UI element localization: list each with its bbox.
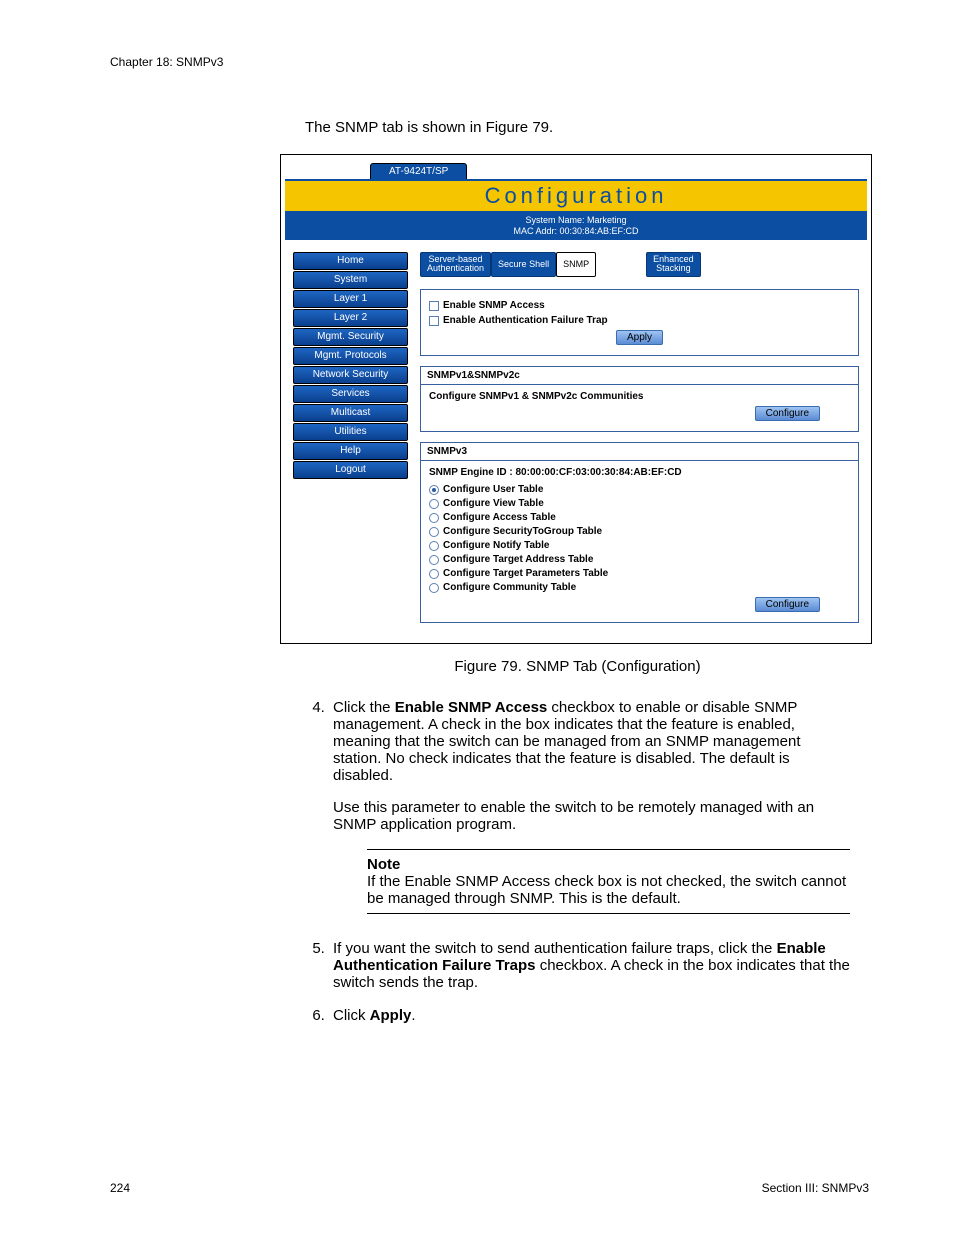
tab-server-auth[interactable]: Server-based Authentication bbox=[420, 252, 491, 278]
step-bold: Enable SNMP Access bbox=[395, 699, 548, 716]
panel-snmp-access: Enable SNMP Access Enable Authentication… bbox=[420, 289, 859, 356]
sidebar-item-home[interactable]: Home bbox=[293, 252, 408, 270]
step-4: Click the Enable SNMP Access checkbox to… bbox=[329, 699, 850, 914]
step-text: Click bbox=[333, 1007, 370, 1024]
panel-header: SNMPv1&SNMPv2c bbox=[421, 367, 858, 385]
radio-notify-table[interactable] bbox=[429, 541, 439, 551]
radio-label: Configure Target Address Table bbox=[443, 554, 593, 565]
panel-snmpv1v2: SNMPv1&SNMPv2c Configure SNMPv1 & SNMPv2… bbox=[420, 366, 859, 432]
page-title-bar: Configuration bbox=[285, 179, 867, 213]
engine-id-label: SNMP Engine ID : bbox=[429, 467, 513, 478]
panel-snmpv3: SNMPv3 SNMP Engine ID : 80:00:00:CF:03:0… bbox=[420, 442, 859, 623]
page-number: 224 bbox=[110, 1181, 130, 1195]
step-bold: Apply bbox=[370, 1007, 412, 1024]
figure-screenshot: AT-9424T/SP Configuration System Name: M… bbox=[280, 154, 872, 644]
step-text: If you want the switch to send authentic… bbox=[333, 940, 777, 957]
note-body: If the Enable SNMP Access check box is n… bbox=[367, 873, 850, 907]
tab-snmp[interactable]: SNMP bbox=[556, 252, 596, 278]
step-5: If you want the switch to send authentic… bbox=[329, 940, 850, 991]
note-heading: Note bbox=[367, 856, 850, 873]
system-info-bar: System Name: Marketing MAC Addr: 00:30:8… bbox=[285, 213, 867, 240]
sidebar-item-mgmt-security[interactable]: Mgmt. Security bbox=[293, 328, 408, 346]
sidebar-item-layer2[interactable]: Layer 2 bbox=[293, 309, 408, 327]
section-label: Section III: SNMPv3 bbox=[762, 1181, 869, 1195]
radio-label: Configure User Table bbox=[443, 484, 543, 495]
step-text: . bbox=[411, 1007, 415, 1024]
panel-desc: Configure SNMPv1 & SNMPv2c Communities bbox=[429, 391, 850, 402]
radio-community-table[interactable] bbox=[429, 583, 439, 593]
sidebar-item-layer1[interactable]: Layer 1 bbox=[293, 290, 408, 308]
config-tab-row: Server-based Authentication Secure Shell… bbox=[420, 252, 859, 278]
chapter-header: Chapter 18: SNMPv3 bbox=[110, 55, 869, 69]
figure-caption: Figure 79. SNMP Tab (Configuration) bbox=[305, 658, 850, 675]
sidebar-item-utilities[interactable]: Utilities bbox=[293, 423, 408, 441]
configure-button[interactable]: Configure bbox=[755, 597, 820, 612]
panel-header: SNMPv3 bbox=[421, 443, 858, 461]
radio-target-parameters-table[interactable] bbox=[429, 569, 439, 579]
checkbox-label: Enable SNMP Access bbox=[443, 300, 545, 311]
intro-text: The SNMP tab is shown in Figure 79. bbox=[305, 119, 850, 136]
radio-label: Configure SecurityToGroup Table bbox=[443, 526, 602, 537]
checkbox-enable-auth-failure-trap[interactable] bbox=[429, 316, 439, 326]
checkbox-enable-snmp-access[interactable] bbox=[429, 301, 439, 311]
engine-id-value: 80:00:00:CF:03:00:30:84:AB:EF:CD bbox=[516, 467, 682, 478]
tab-label: SNMP bbox=[563, 260, 589, 270]
tab-enhanced-stacking[interactable]: Enhanced Stacking bbox=[646, 252, 701, 278]
radio-view-table[interactable] bbox=[429, 499, 439, 509]
sidebar-item-multicast[interactable]: Multicast bbox=[293, 404, 408, 422]
radio-securitytogroup-table[interactable] bbox=[429, 527, 439, 537]
apply-button[interactable]: Apply bbox=[616, 330, 663, 345]
checkbox-label: Enable Authentication Failure Trap bbox=[443, 315, 608, 326]
radio-user-table[interactable] bbox=[429, 485, 439, 495]
tab-label: Secure Shell bbox=[498, 260, 549, 270]
step-text: Click the bbox=[333, 699, 395, 716]
step-list: Click the Enable SNMP Access checkbox to… bbox=[305, 699, 850, 1024]
radio-label: Configure Notify Table bbox=[443, 540, 549, 551]
note-block: Note If the Enable SNMP Access check box… bbox=[367, 849, 850, 914]
radio-label: Configure View Table bbox=[443, 498, 544, 509]
sidebar-nav: Home System Layer 1 Layer 2 Mgmt. Securi… bbox=[293, 252, 408, 480]
radio-label: Configure Target Parameters Table bbox=[443, 568, 608, 579]
sidebar-item-network-security[interactable]: Network Security bbox=[293, 366, 408, 384]
tab-secure-shell[interactable]: Secure Shell bbox=[491, 252, 556, 278]
configure-button[interactable]: Configure bbox=[755, 406, 820, 421]
sidebar-item-logout[interactable]: Logout bbox=[293, 461, 408, 479]
mac-addr-line: MAC Addr: 00:30:84:AB:EF:CD bbox=[285, 226, 867, 237]
tab-label: Stacking bbox=[653, 264, 694, 274]
radio-label: Configure Access Table bbox=[443, 512, 556, 523]
sidebar-item-services[interactable]: Services bbox=[293, 385, 408, 403]
system-name-line: System Name: Marketing bbox=[285, 215, 867, 226]
tab-label: Authentication bbox=[427, 264, 484, 274]
sidebar-item-help[interactable]: Help bbox=[293, 442, 408, 460]
radio-access-table[interactable] bbox=[429, 513, 439, 523]
step-6: Click Apply. bbox=[329, 1007, 850, 1024]
sidebar-item-mgmt-protocols[interactable]: Mgmt. Protocols bbox=[293, 347, 408, 365]
sidebar-item-system[interactable]: System bbox=[293, 271, 408, 289]
radio-target-address-table[interactable] bbox=[429, 555, 439, 565]
device-model-tab: AT-9424T/SP bbox=[370, 163, 467, 179]
step-paragraph: Use this parameter to enable the switch … bbox=[333, 799, 850, 833]
radio-label: Configure Community Table bbox=[443, 582, 576, 593]
